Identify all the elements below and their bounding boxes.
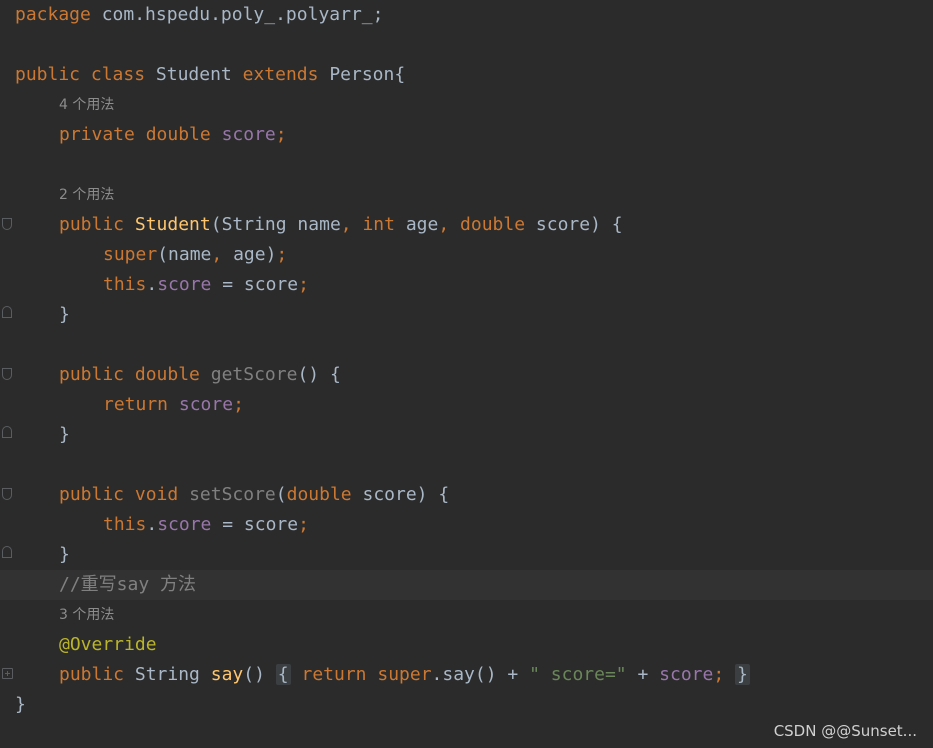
parent-class-name: Person{ bbox=[329, 64, 406, 85]
semicolon: ; bbox=[713, 664, 725, 685]
keyword-int: int bbox=[362, 214, 395, 235]
keyword-super: super bbox=[103, 244, 158, 265]
comma: , bbox=[438, 214, 450, 235]
super-args-rest: age) bbox=[233, 244, 277, 265]
code-line-comment[interactable]: //重写say 方法 bbox=[0, 570, 933, 600]
param-score: score) { bbox=[535, 214, 623, 235]
code-line-this-score[interactable]: this.score = score; bbox=[0, 510, 933, 540]
assignment: = score bbox=[222, 514, 299, 535]
code-editor[interactable]: package com.hspedu.poly_.polyarr_; publi… bbox=[0, 0, 933, 748]
method-name: say bbox=[210, 664, 244, 685]
dot: . bbox=[146, 514, 158, 535]
method-signature-rest: () { bbox=[297, 364, 341, 385]
keyword-return: return bbox=[103, 394, 169, 415]
keyword-double: double bbox=[286, 484, 352, 505]
comma: , bbox=[340, 214, 352, 235]
closing-brace: } bbox=[59, 544, 70, 565]
usage-hint-line: 3 个用法 bbox=[0, 600, 933, 630]
code-line-say-method[interactable]: public String say() { return super.say()… bbox=[0, 660, 933, 690]
code-line-class-declaration[interactable]: public class Student extends Person{ bbox=[0, 60, 933, 90]
method-signature-rest: score) { bbox=[362, 484, 450, 505]
keyword-public: public bbox=[59, 664, 125, 685]
keyword-public: public bbox=[59, 364, 125, 385]
usage-hint[interactable]: 3 个用法 bbox=[59, 600, 114, 630]
semicolon: ; bbox=[276, 244, 288, 265]
super-args: (name bbox=[157, 244, 212, 265]
code-line-return-score[interactable]: return score; bbox=[0, 390, 933, 420]
usage-hint[interactable]: 2 个用法 bbox=[59, 180, 114, 210]
class-name: Student bbox=[155, 64, 232, 85]
keyword-public: public bbox=[59, 484, 125, 505]
return-type: String bbox=[134, 664, 200, 685]
code-line-class-close[interactable]: } bbox=[0, 690, 933, 720]
semicolon: ; bbox=[233, 394, 244, 415]
code-comment: //重写say 方法 bbox=[59, 574, 197, 595]
semicolon: ; bbox=[298, 514, 309, 535]
keyword-class: class bbox=[90, 64, 146, 85]
string-literal: " score=" bbox=[529, 664, 627, 685]
closing-brace: } bbox=[59, 424, 70, 445]
dot: . bbox=[146, 274, 158, 295]
plus-operator: + bbox=[626, 664, 660, 685]
params-start: (String name bbox=[210, 214, 341, 235]
param-age: age bbox=[405, 214, 439, 235]
code-line-set-score[interactable]: public void setScore(double score) { bbox=[0, 480, 933, 510]
method-name: getScore bbox=[210, 364, 298, 385]
keyword-this: this bbox=[103, 274, 147, 295]
keyword-package: package bbox=[15, 4, 91, 25]
keyword-super: super bbox=[377, 664, 432, 685]
code-line-this-score[interactable]: this.score = score; bbox=[0, 270, 933, 300]
folded-close-brace[interactable]: } bbox=[735, 664, 750, 685]
usage-hint-line: 2 个用法 bbox=[0, 180, 933, 210]
method-parens: () bbox=[243, 664, 265, 685]
csdn-watermark: CSDN @@Sunset... bbox=[773, 722, 917, 740]
usage-hint[interactable]: 4 个用法 bbox=[59, 90, 114, 120]
code-line-field[interactable]: private double score; bbox=[0, 120, 933, 150]
keyword-public: public bbox=[59, 214, 125, 235]
field-name: score bbox=[178, 394, 234, 415]
usage-hint-line: 4 个用法 bbox=[0, 90, 933, 120]
field-name: score bbox=[221, 124, 276, 145]
say-call: .say() + bbox=[431, 664, 530, 685]
keyword-extends: extends bbox=[242, 64, 319, 85]
keyword-return: return bbox=[301, 664, 367, 685]
semicolon: ; bbox=[275, 124, 287, 145]
keyword-double: double bbox=[460, 214, 526, 235]
code-line-super-call[interactable]: super(name, age); bbox=[0, 240, 933, 270]
paren-open: ( bbox=[275, 484, 287, 505]
assignment: = score bbox=[222, 274, 299, 295]
package-name: com.hspedu.poly_.polyarr_; bbox=[101, 4, 384, 25]
comma: , bbox=[211, 244, 223, 265]
field-name: score bbox=[659, 664, 714, 685]
folded-open-brace[interactable]: { bbox=[275, 664, 291, 685]
keyword-this: this bbox=[103, 514, 147, 535]
keyword-public: public bbox=[15, 64, 81, 85]
code-line-annotation[interactable]: @Override bbox=[0, 630, 933, 660]
closing-brace: } bbox=[59, 304, 70, 325]
semicolon: ; bbox=[298, 274, 309, 295]
keyword-void: void bbox=[134, 484, 179, 505]
keyword-double: double bbox=[145, 124, 211, 145]
keyword-private: private bbox=[59, 124, 135, 145]
field-name: score bbox=[157, 274, 212, 295]
code-line-package[interactable]: package com.hspedu.poly_.polyarr_; bbox=[0, 0, 933, 30]
code-line-get-score[interactable]: public double getScore() { bbox=[0, 360, 933, 390]
code-line-close-brace[interactable]: } bbox=[0, 540, 933, 570]
field-name: score bbox=[157, 514, 212, 535]
constructor-name: Student bbox=[134, 214, 211, 235]
class-closing-brace: } bbox=[15, 694, 26, 715]
code-line-close-brace[interactable]: } bbox=[0, 300, 933, 330]
code-line-constructor[interactable]: public Student(String name, int age, dou… bbox=[0, 210, 933, 240]
method-name: setScore bbox=[189, 484, 276, 505]
keyword-double: double bbox=[134, 364, 200, 385]
code-line-close-brace[interactable]: } bbox=[0, 420, 933, 450]
override-annotation: @Override bbox=[59, 634, 157, 655]
